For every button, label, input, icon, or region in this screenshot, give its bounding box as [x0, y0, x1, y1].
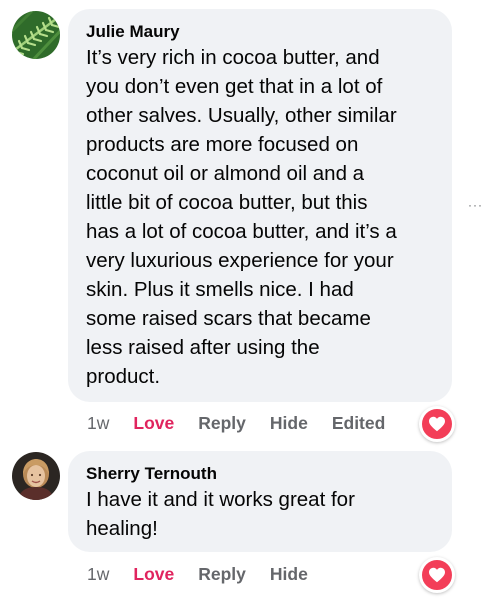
reaction-count-badge[interactable] [419, 406, 455, 442]
profile-photo-icon [12, 452, 60, 500]
comment-text: I have it and it works great for healing… [86, 488, 355, 540]
comment-bubble: Sherry Ternouth I have it and it works g… [68, 451, 452, 552]
comment-actions: 1w Love Reply Hide [87, 564, 332, 585]
heart-icon [429, 567, 445, 583]
reply-button[interactable]: Reply [198, 564, 246, 585]
reaction-count-badge[interactable] [419, 557, 455, 593]
fern-avatar-icon [12, 11, 60, 59]
reply-button[interactable]: Reply [198, 413, 246, 434]
hide-button[interactable]: Hide [270, 413, 308, 434]
comment-author[interactable]: Sherry Ternouth [86, 463, 434, 485]
love-reaction-button[interactable]: Love [133, 413, 174, 434]
love-reaction-button[interactable]: Love [133, 564, 174, 585]
avatar[interactable] [12, 452, 60, 500]
comment-bubble: Julie Maury It’s very rich in cocoa butt… [68, 9, 452, 402]
comment-author[interactable]: Julie Maury [86, 21, 434, 43]
comment-timestamp[interactable]: 1w [87, 413, 109, 434]
avatar[interactable] [12, 11, 60, 59]
edited-label: Edited [331, 413, 386, 433]
comment-text: It’s very rich in cocoa butter, and you … [86, 46, 397, 388]
comment-timestamp[interactable]: 1w [87, 564, 109, 585]
hide-button[interactable]: Hide [270, 564, 308, 585]
heart-icon [429, 416, 445, 432]
comment-actions: 1w Love Reply Hide Edited [87, 413, 409, 434]
more-options-icon[interactable]: ··· [468, 198, 483, 212]
